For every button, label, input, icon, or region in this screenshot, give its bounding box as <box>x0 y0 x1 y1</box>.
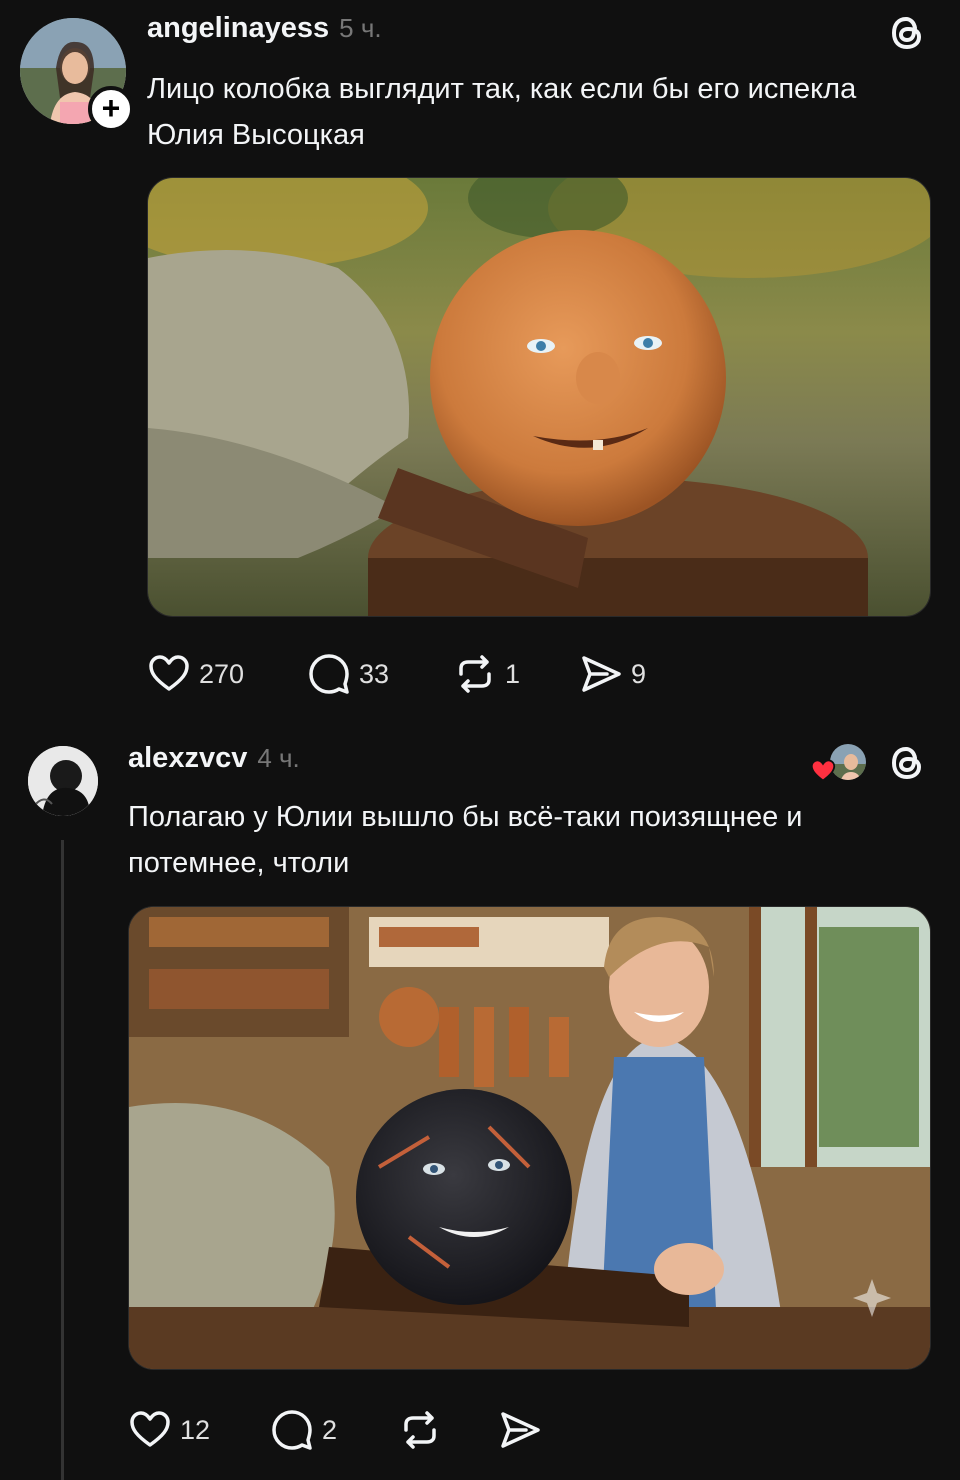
timestamp: 4 ч. <box>257 743 300 773</box>
post-image[interactable] <box>128 906 931 1370</box>
follow-plus-button[interactable]: + <box>88 86 134 132</box>
heart-icon <box>810 759 836 782</box>
repost-icon <box>404 1411 436 1449</box>
like-count: 270 <box>199 658 245 689</box>
post-header: alexzvcv 4 ч. <box>128 742 300 775</box>
comment-button[interactable]: 2 <box>270 1408 398 1452</box>
like-count: 12 <box>180 1414 211 1445</box>
post-text: Лицо колобка выглядит так, как если бы е… <box>147 73 857 151</box>
heart-icon <box>149 655 189 691</box>
username[interactable]: alexzvcv <box>128 742 247 775</box>
author-liked-indicator <box>810 742 870 786</box>
share-count: 9 <box>631 658 647 689</box>
post-actions: 270 33 1 9 <box>147 652 679 696</box>
post-actions: 12 2 <box>128 1408 558 1452</box>
repost-button[interactable]: 1 <box>453 652 579 696</box>
threads-logo-icon[interactable] <box>886 12 928 54</box>
comment-icon <box>309 654 349 694</box>
timestamp: 5 ч. <box>339 13 382 43</box>
comment-button[interactable]: 33 <box>307 652 453 696</box>
share-button[interactable] <box>498 1408 558 1452</box>
repost-count: 1 <box>505 658 521 689</box>
like-button[interactable]: 12 <box>128 1408 270 1452</box>
post-text: Полагаю у Юлии вышло бы всё-таки поизящн… <box>128 801 803 879</box>
post-image[interactable] <box>147 177 931 617</box>
threads-logo-icon[interactable] <box>886 742 928 784</box>
post-2: alexzvcv 4 ч. Полагаю у Юлии вышло бы вс… <box>0 720 960 1480</box>
comment-icon <box>272 1410 312 1450</box>
username[interactable]: angelinayess <box>147 12 329 45</box>
like-button[interactable]: 270 <box>147 652 307 696</box>
send-icon <box>501 1412 540 1448</box>
post-header: angelinayess 5 ч. <box>147 12 382 45</box>
comment-count: 33 <box>359 658 390 689</box>
post-1: + angelinayess 5 ч. Лицо колобка выгляди… <box>0 0 960 720</box>
repost-button[interactable] <box>398 1408 498 1452</box>
comment-count: 2 <box>322 1414 338 1445</box>
send-icon <box>582 656 621 692</box>
author-avatar[interactable] <box>28 746 98 816</box>
thread-line <box>61 840 64 1480</box>
repost-icon <box>459 655 491 693</box>
heart-icon <box>130 1411 170 1447</box>
share-button[interactable]: 9 <box>579 652 679 696</box>
plus-icon: + <box>101 89 121 126</box>
